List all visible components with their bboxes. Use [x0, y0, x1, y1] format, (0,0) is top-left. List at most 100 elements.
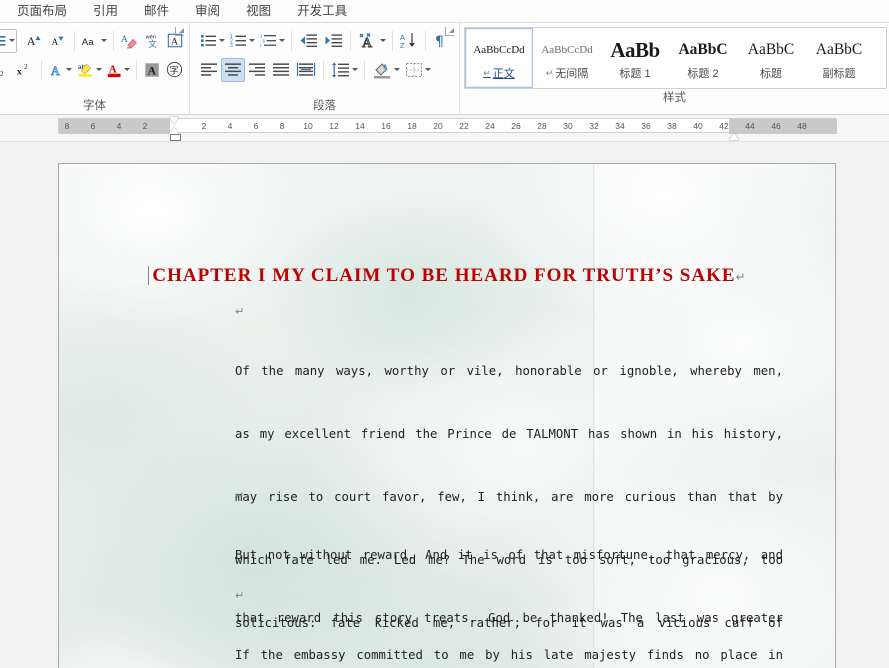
numbering-icon[interactable]: 123	[227, 29, 257, 53]
font-group-row-2: x 2 x 2 A	[0, 55, 186, 84]
style-name-text: 无间隔	[555, 68, 589, 80]
ruler-tick: 24	[485, 121, 495, 131]
ruler-tick: 16	[381, 121, 391, 131]
document-page[interactable]: CHAPTER I MY CLAIM TO BE HEARD FOR TRUTH…	[58, 163, 836, 668]
clear-formatting-icon[interactable]: A	[118, 29, 141, 53]
align-left-glyph	[201, 63, 217, 76]
svg-text:A: A	[52, 38, 59, 48]
sort-icon[interactable]: A Z	[397, 29, 421, 53]
font-color-icon[interactable]: A	[104, 58, 132, 82]
paragraph-group-rows: 123 15i A A Z ¶	[190, 23, 459, 97]
borders-icon[interactable]	[402, 58, 433, 82]
align-left-icon[interactable]	[197, 58, 221, 82]
document-title: CHAPTER I MY CLAIM TO BE HEARD FOR TRUTH…	[59, 265, 835, 287]
tab-view[interactable]: 视图	[233, 0, 284, 22]
separator	[323, 59, 324, 80]
ruler-tick: 8	[64, 121, 70, 131]
asian-layout-caret-icon	[380, 39, 386, 42]
hanging-indent-marker[interactable]	[169, 127, 179, 134]
subscript-icon[interactable]: x 2	[0, 58, 13, 82]
style-item-title[interactable]: AaBbC 标题	[737, 28, 805, 88]
tab-review[interactable]: 审阅	[182, 0, 233, 22]
page-content[interactable]: CHAPTER I MY CLAIM TO BE HEARD FOR TRUTH…	[59, 164, 835, 668]
style-preview-normal: AaBbCcDd	[473, 44, 525, 56]
tab-mailings[interactable]: 邮件	[131, 0, 182, 22]
clear-formatting-glyph: A	[121, 34, 137, 48]
separator	[136, 59, 137, 80]
left-indent-marker[interactable]	[169, 134, 181, 141]
increase-indent-glyph	[325, 34, 342, 47]
change-case-icon[interactable]: Aa	[78, 29, 109, 53]
paragraph-line: If the embassy committed to me by his la…	[235, 648, 783, 662]
align-right-icon[interactable]	[245, 58, 269, 82]
style-item-heading-2[interactable]: AaBbC 标题 2	[669, 28, 737, 88]
tab-page-layout[interactable]: 页面布局	[4, 0, 80, 22]
text-effects-icon[interactable]: A	[46, 58, 74, 82]
svg-text:文: 文	[148, 39, 157, 49]
empty-paragraph-mark-2: ↵	[235, 489, 245, 502]
ruler-tick: 28	[537, 121, 547, 131]
style-item-normal[interactable]: AaBbCcDd ↵ 正文	[465, 28, 533, 88]
first-line-indent-marker[interactable]	[169, 117, 179, 124]
style-preview-heading-2: AaBbC	[678, 41, 728, 58]
ruler-tick: 30	[563, 121, 573, 131]
shading-icon[interactable]	[369, 58, 402, 82]
ruler-tick: 2	[201, 121, 207, 131]
asian-layout-icon[interactable]: A	[355, 29, 388, 53]
style-item-subtitle[interactable]: AaBbC 副标题	[805, 28, 873, 88]
character-shading-icon[interactable]: A	[141, 58, 163, 82]
font-size-box-icon[interactable]	[0, 28, 18, 53]
ruler-tick: 32	[589, 121, 599, 131]
numbering-glyph: 123	[230, 34, 246, 48]
tab-references[interactable]: 引用	[80, 0, 131, 22]
ruler-tick: 40	[693, 121, 703, 131]
style-preview-no-spacing: AaBbCcDd	[541, 44, 593, 56]
style-item-no-spacing[interactable]: AaBbCcDd ↵ 无间隔	[533, 28, 601, 88]
ruler-tick: 4	[227, 121, 233, 131]
grow-font-icon[interactable]: A	[23, 29, 46, 53]
ruler-tick: 34	[615, 121, 625, 131]
bullets-icon[interactable]	[197, 29, 227, 53]
justify-icon[interactable]	[269, 58, 293, 82]
svg-text:i: i	[260, 43, 261, 48]
enclose-characters-icon[interactable]: 字	[163, 58, 186, 82]
shrink-font-icon[interactable]: A	[46, 29, 69, 53]
paragraph-dialog-launcher[interactable]	[445, 27, 454, 36]
font-dialog-launcher[interactable]	[175, 27, 184, 36]
paragraph-line: Of the many ways, worthy or vile, honora…	[235, 364, 783, 378]
change-case-caret-icon	[100, 39, 107, 42]
separator	[112, 30, 114, 51]
svg-text:¶: ¶	[435, 34, 444, 49]
ruler-tick: 18	[407, 121, 417, 131]
ruler-tick: 22	[459, 121, 469, 131]
style-item-heading-1[interactable]: AaBb 标题 1	[601, 28, 669, 88]
horizontal-ruler[interactable]: 8 6 4 2 2 4 6 8 10 12 14 16 18 20 22 24 …	[0, 115, 889, 142]
separator	[364, 59, 365, 80]
grow-font-glyph: A	[27, 34, 41, 48]
ruler-left-margin	[59, 119, 170, 134]
right-indent-marker[interactable]	[729, 133, 739, 140]
separator	[40, 59, 42, 80]
svg-text:A: A	[362, 36, 373, 49]
text-highlight-color-icon[interactable]: ab	[74, 58, 104, 82]
document-title-text: CHAPTER I MY CLAIM TO BE HEARD FOR TRUTH…	[152, 265, 736, 286]
svg-text:5: 5	[262, 38, 265, 43]
line-spacing-icon[interactable]	[328, 58, 360, 82]
style-label-heading-2: 标题 2	[687, 65, 718, 81]
align-center-icon[interactable]	[221, 57, 245, 82]
decrease-indent-icon[interactable]	[296, 29, 321, 53]
ruler-tick: 46	[771, 121, 781, 131]
phonetic-guide-icon[interactable]: wén 文	[141, 29, 164, 53]
style-name-text: 副标题	[822, 68, 856, 80]
increase-indent-icon[interactable]	[321, 29, 346, 53]
svg-text:A: A	[50, 64, 60, 78]
tab-developer[interactable]: 开发工具	[284, 0, 360, 22]
style-name-text: 标题 2	[687, 68, 719, 80]
superscript-icon[interactable]: x 2	[13, 58, 37, 82]
style-label-title: 标题	[760, 65, 782, 81]
multilevel-list-icon[interactable]: 15i	[257, 29, 287, 53]
document-canvas[interactable]: CHAPTER I MY CLAIM TO BE HEARD FOR TRUTH…	[0, 142, 889, 668]
paragraph-3[interactable]: If the embassy committed to me by his la…	[235, 603, 783, 668]
distributed-icon[interactable]	[293, 58, 319, 82]
style-pilcrow-icon: ↵	[545, 67, 554, 78]
